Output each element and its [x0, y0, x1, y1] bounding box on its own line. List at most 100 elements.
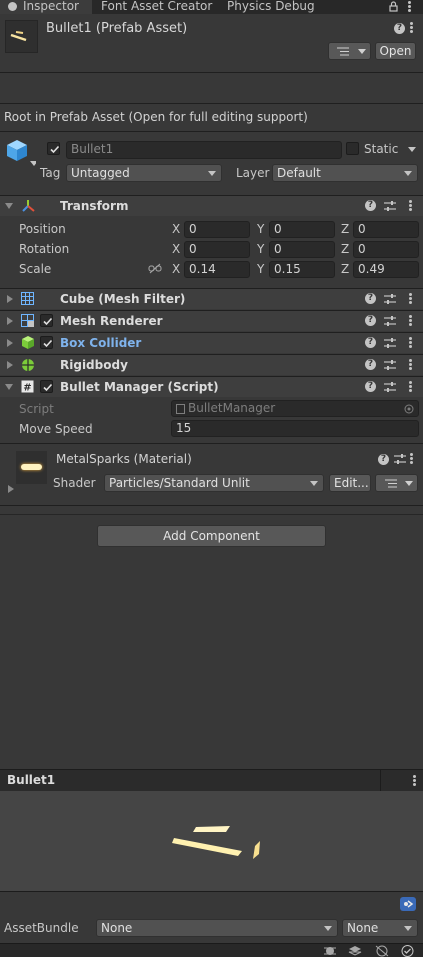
constrain-proportions-icon[interactable]: [148, 263, 162, 274]
gameobject-name-field[interactable]: Bullet1: [66, 141, 342, 159]
rotation-z-field[interactable]: 0: [353, 241, 419, 258]
help-icon[interactable]: ?: [365, 293, 376, 304]
presets-icon[interactable]: [394, 453, 406, 465]
tab-menu-icon[interactable]: [408, 1, 412, 13]
active-checkbox[interactable]: [47, 142, 60, 155]
tab-inspector-label: Inspector: [23, 0, 79, 13]
presets-icon[interactable]: [384, 337, 396, 349]
bullet-manager-enabled-checkbox[interactable]: [40, 380, 53, 393]
foldout-closed-icon[interactable]: [7, 317, 13, 325]
help-icon[interactable]: ?: [378, 454, 389, 465]
bug-icon[interactable]: [323, 945, 337, 957]
assetbundle-value: None: [101, 921, 133, 935]
presets-icon[interactable]: [384, 200, 396, 212]
tab-physics-debug[interactable]: Physics Debug: [227, 0, 315, 14]
tag-dropdown[interactable]: Untagged: [66, 164, 222, 182]
presets-icon[interactable]: [384, 315, 396, 327]
add-component-button[interactable]: Add Component: [97, 525, 326, 547]
presets-icon[interactable]: [384, 381, 396, 393]
move-speed-field[interactable]: 15: [171, 420, 419, 437]
help-icon[interactable]: ?: [365, 200, 376, 211]
mesh-renderer-enabled-checkbox[interactable]: [40, 314, 53, 327]
transform-header[interactable]: Transform ?: [0, 195, 423, 216]
box-collider-enabled-checkbox[interactable]: [40, 336, 53, 349]
rotation-y-field[interactable]: 0: [269, 241, 335, 258]
layers-icon[interactable]: [348, 945, 362, 957]
foldout-closed-icon[interactable]: [7, 295, 13, 303]
foldout-closed-icon[interactable]: [7, 339, 13, 347]
static-checkbox[interactable]: [346, 142, 359, 155]
header-menu-icon[interactable]: [410, 22, 414, 34]
overrides-dropdown[interactable]: [328, 42, 371, 60]
material-options-dropdown[interactable]: [375, 474, 418, 492]
component-menu-icon[interactable]: [409, 359, 413, 371]
help-icon[interactable]: ?: [365, 381, 376, 392]
axis-x-label: X: [172, 222, 181, 236]
box-collider-header[interactable]: Box Collider ?: [0, 332, 423, 353]
foldout-open-icon[interactable]: [5, 384, 13, 390]
foldout-closed-icon[interactable]: [8, 485, 14, 493]
component-menu-icon[interactable]: [409, 337, 413, 349]
position-z-field[interactable]: 0: [353, 221, 419, 238]
axis-y-label: Y: [257, 222, 265, 236]
scale-z-field[interactable]: 0.49: [353, 261, 419, 278]
rotation-x-field[interactable]: 0: [184, 241, 250, 258]
scale-y-field[interactable]: 0.15: [269, 261, 335, 278]
tab-physics-debug-label: Physics Debug: [227, 0, 315, 13]
divider: [0, 103, 423, 104]
svg-text:#: #: [23, 383, 31, 394]
help-icon[interactable]: ?: [394, 23, 405, 34]
list-icon: [337, 47, 349, 56]
mesh-filter-title: Cube (Mesh Filter): [60, 292, 186, 306]
position-x-field[interactable]: 0: [184, 221, 250, 238]
checkmark-circle-icon[interactable]: [401, 945, 414, 957]
component-menu-icon[interactable]: [409, 293, 413, 305]
mesh-renderer-header[interactable]: Mesh Renderer ?: [0, 310, 423, 331]
rigidbody-header[interactable]: Rigidbody ?: [0, 354, 423, 375]
open-button-label: Open: [379, 44, 412, 58]
assetbundle-dropdown[interactable]: None: [96, 919, 338, 937]
edit-shader-button[interactable]: Edit...: [329, 474, 371, 492]
foldout-open-icon[interactable]: [5, 203, 13, 209]
script-icon: #: [21, 380, 34, 393]
rigidbody-title: Rigidbody: [60, 358, 128, 372]
open-button[interactable]: Open: [375, 42, 416, 60]
shader-dropdown[interactable]: Particles/Standard Unlit: [104, 474, 324, 492]
help-icon[interactable]: ?: [365, 315, 376, 326]
static-dropdown-icon[interactable]: [408, 147, 416, 152]
help-icon[interactable]: ?: [365, 337, 376, 348]
component-menu-icon[interactable]: [409, 381, 413, 393]
help-icon[interactable]: ?: [365, 359, 376, 370]
transform-icon: [22, 200, 35, 212]
box-collider-icon: [22, 336, 34, 349]
scale-x-field[interactable]: 0.14: [184, 261, 250, 278]
network-icon[interactable]: [374, 945, 390, 957]
bullet-manager-header[interactable]: # Bullet Manager (Script) ?: [0, 376, 423, 397]
position-y-field[interactable]: 0: [269, 221, 335, 238]
layer-value: Default: [277, 166, 321, 180]
layer-dropdown[interactable]: Default: [272, 164, 418, 182]
component-menu-icon[interactable]: [409, 200, 413, 212]
presets-icon[interactable]: [384, 359, 396, 371]
tab-inspector[interactable]: Inspector: [0, 0, 92, 14]
presets-icon[interactable]: [384, 293, 396, 305]
divider: [0, 72, 423, 73]
chevron-down-icon: [404, 926, 412, 931]
layer-label: Layer: [236, 166, 270, 180]
preview-header[interactable]: Bullet1: [0, 769, 423, 792]
tag-icon[interactable]: [400, 897, 416, 911]
component-menu-icon[interactable]: [409, 315, 413, 327]
preview-area[interactable]: [0, 791, 423, 891]
tab-font-asset-creator[interactable]: Font Asset Creator: [101, 0, 212, 14]
axis-x-label: X: [172, 262, 181, 276]
axis-x-label: X: [172, 242, 181, 256]
assetbundle-variant-dropdown[interactable]: None: [342, 919, 418, 937]
tag-value: Untagged: [71, 166, 130, 180]
foldout-closed-icon[interactable]: [7, 361, 13, 369]
component-menu-icon[interactable]: [410, 453, 414, 465]
mesh-filter-header[interactable]: Cube (Mesh Filter) ?: [0, 288, 423, 309]
lock-icon[interactable]: [389, 1, 398, 12]
divider: [0, 514, 423, 515]
gameobject-cube-icon: [7, 140, 36, 166]
preview-menu-icon[interactable]: [413, 775, 417, 787]
